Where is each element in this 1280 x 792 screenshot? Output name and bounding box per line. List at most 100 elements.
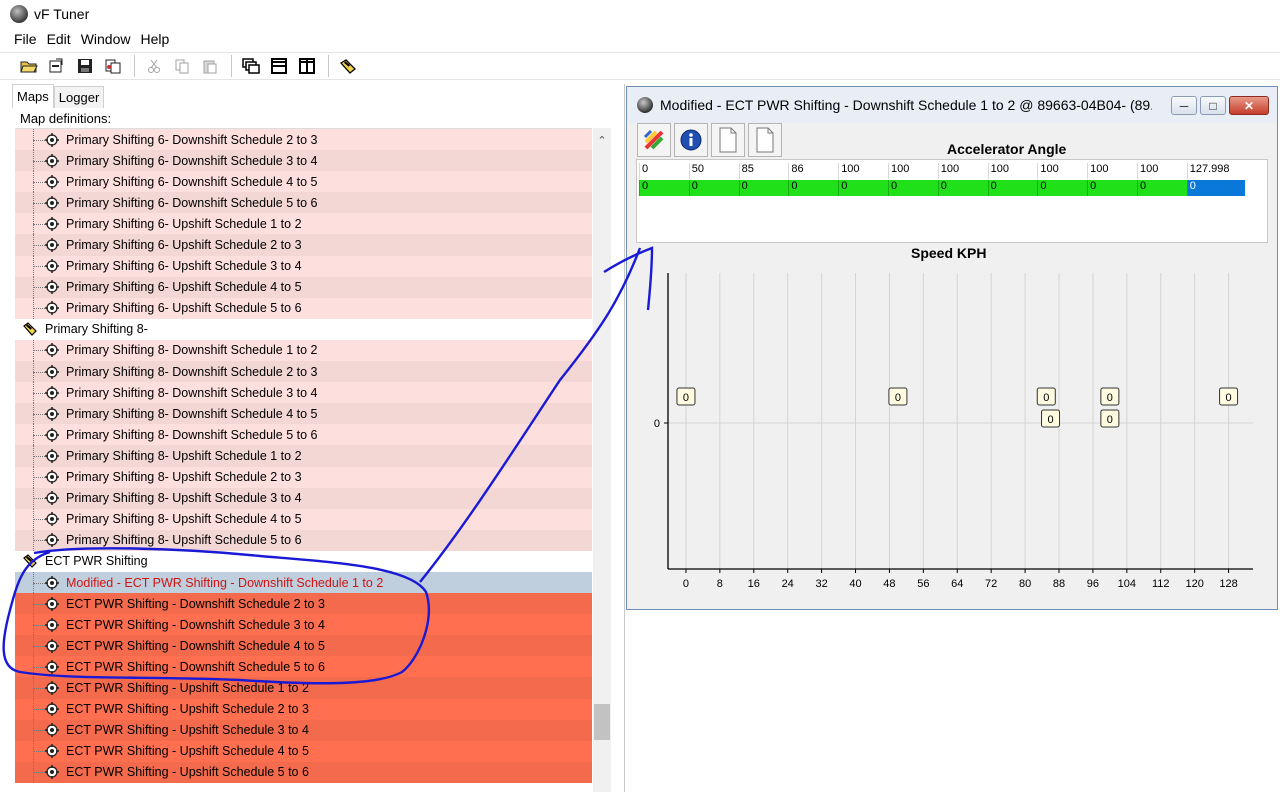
close-icon[interactable]: ✕ (1229, 96, 1269, 115)
maximize-icon[interactable]: □ (1200, 96, 1226, 115)
table-value-cell[interactable]: 0 (1087, 180, 1137, 196)
tree-item[interactable]: Primary Shifting 8- Downshift Schedule 2… (15, 361, 592, 383)
tree-item[interactable]: Primary Shifting 6- Downshift Schedule 4… (15, 171, 592, 193)
table-value-cell[interactable]: 0 (887, 180, 938, 196)
tree-group-label: Primary Shifting 8- (45, 322, 148, 337)
cut-icon[interactable] (143, 55, 165, 77)
paste-icon[interactable] (199, 55, 221, 77)
map-editor-window: Modified - ECT PWR Shifting - Downshift … (626, 86, 1278, 610)
tag-icon[interactable] (337, 55, 359, 77)
tile-horizontal-icon[interactable] (268, 55, 290, 77)
table-value-cell[interactable]: 0 (1136, 180, 1187, 196)
table-value-cell[interactable]: 0 (987, 180, 1038, 196)
tree-item-label: ECT PWR Shifting - Downshift Schedule 5 … (66, 659, 325, 674)
tree-item[interactable]: ECT PWR Shifting - Downshift Schedule 4 … (15, 635, 592, 657)
tree-item[interactable]: Primary Shifting 8- Upshift Schedule 5 t… (15, 529, 592, 551)
copy-file-icon[interactable] (102, 55, 124, 77)
x-tick-label: 56 (917, 578, 929, 590)
menu-edit[interactable]: Edit (47, 31, 71, 47)
table-value-cell[interactable]: 0 (1037, 180, 1088, 196)
table-header-cell: 127.998 (1186, 163, 1237, 179)
table-header-row: 0 50 85 86 100 100 100 100 100 100 100 127.998 (639, 163, 1237, 179)
cascade-icon[interactable] (240, 55, 262, 77)
tree-item[interactable]: ECT PWR Shifting - Upshift Schedule 2 to… (15, 698, 592, 720)
tree-item[interactable]: ECT PWR Shifting - Downshift Schedule 3 … (15, 614, 592, 636)
menu-window[interactable]: Window (81, 31, 131, 47)
accelerator-angle-label: Accelerator Angle (947, 141, 1067, 157)
tree-item[interactable]: Primary Shifting 6- Upshift Schedule 1 t… (15, 213, 592, 235)
tree-item[interactable]: Primary Shifting 8- Upshift Schedule 1 t… (15, 445, 592, 467)
tree-item[interactable]: Primary Shifting 6- Downshift Schedule 3… (15, 150, 592, 172)
tree-item-label: Primary Shifting 6- Downshift Schedule 5… (66, 195, 318, 210)
save-icon[interactable] (74, 55, 96, 77)
tree-group[interactable]: Primary Shifting 8- (15, 318, 592, 340)
map-window-titlebar[interactable]: Modified - ECT PWR Shifting - Downshift … (627, 87, 1277, 123)
tree-item[interactable]: Primary Shifting 8- Downshift Schedule 1… (15, 339, 592, 362)
table-value-cell[interactable]: 0 (937, 180, 988, 196)
tab-logger[interactable]: Logger (53, 86, 105, 108)
minimize-icon[interactable]: ─ (1171, 96, 1197, 115)
info-icon[interactable] (674, 123, 708, 157)
blank-page-icon[interactable] (748, 123, 782, 157)
panel-tabs: Maps Logger (12, 84, 105, 108)
map-table-icon (45, 153, 59, 168)
tree-item[interactable]: Primary Shifting 8- Upshift Schedule 4 t… (15, 508, 592, 530)
tree-item[interactable]: ECT PWR Shifting - Upshift Schedule 5 to… (15, 761, 592, 783)
scroll-thumb[interactable] (594, 704, 610, 740)
tree-item[interactable]: Primary Shifting 6- Upshift Schedule 5 t… (15, 297, 592, 319)
table-value-cell[interactable]: 0 (639, 180, 689, 196)
tree-item-label: Primary Shifting 6- Upshift Schedule 5 t… (66, 301, 302, 316)
y-tick-label: 0 (654, 418, 660, 430)
x-tick-label: 72 (985, 578, 997, 590)
tree-group[interactable]: ECT PWR Shifting (15, 550, 592, 572)
map-table-icon (45, 406, 59, 421)
table-header-cell: 100 (987, 163, 1038, 179)
open-folder-icon[interactable] (18, 55, 40, 77)
open-file-icon[interactable] (46, 55, 68, 77)
map-window-title: Modified - ECT PWR Shifting - Downshift … (660, 97, 1152, 113)
table-value-row: 000000000000 (639, 180, 1245, 196)
main-toolbar (0, 52, 1280, 80)
tree-item[interactable]: Primary Shifting 6- Upshift Schedule 3 t… (15, 255, 592, 277)
table-value-cell[interactable]: 0 (688, 180, 739, 196)
table-value-cell[interactable]: 0 (738, 180, 789, 196)
map-table-icon (45, 259, 59, 274)
tree-item[interactable]: ECT PWR Shifting - Upshift Schedule 4 to… (15, 740, 592, 762)
tree-item[interactable]: Primary Shifting 6- Upshift Schedule 2 t… (15, 234, 592, 256)
blank-page-icon[interactable] (711, 123, 745, 157)
panel-divider[interactable] (624, 84, 625, 792)
color-palette-icon[interactable] (637, 123, 671, 157)
menu-bar: File Edit Window Help (0, 28, 1280, 50)
x-tick-label: 120 (1185, 578, 1203, 590)
map-table-icon (45, 723, 59, 738)
table-value-cell[interactable]: 0 (1186, 180, 1245, 196)
tree-scrollbar[interactable]: ⌃ (593, 128, 611, 792)
data-point-label: 0 (1107, 414, 1113, 426)
tree-item[interactable]: Primary Shifting 8- Upshift Schedule 3 t… (15, 487, 592, 509)
tree-item[interactable]: Primary Shifting 8- Upshift Schedule 2 t… (15, 466, 592, 488)
x-tick-label: 112 (1152, 578, 1170, 590)
table-value-cell[interactable]: 0 (838, 180, 888, 196)
tree-item[interactable]: ECT PWR Shifting - Downshift Schedule 2 … (15, 593, 592, 615)
tree-item[interactable]: Primary Shifting 6- Downshift Schedule 5… (15, 192, 592, 214)
tree-item[interactable]: Primary Shifting 8- Downshift Schedule 5… (15, 424, 592, 446)
tree-item[interactable]: Primary Shifting 8- Downshift Schedule 3… (15, 382, 592, 404)
copy-icon[interactable] (171, 55, 193, 77)
tree-item-label: Modified - ECT PWR Shifting - Downshift … (66, 575, 384, 590)
tree-item[interactable]: Primary Shifting 6- Upshift Schedule 4 t… (15, 276, 592, 298)
menu-help[interactable]: Help (140, 31, 169, 47)
tree-item[interactable]: Primary Shifting 8- Downshift Schedule 4… (15, 403, 592, 425)
map-group-icon (23, 322, 37, 337)
map-table-icon (45, 617, 59, 632)
x-tick-label: 24 (782, 578, 794, 590)
tree-item[interactable]: ECT PWR Shifting - Upshift Schedule 1 to… (15, 677, 592, 699)
table-value-cell[interactable]: 0 (788, 180, 839, 196)
tab-maps[interactable]: Maps (12, 84, 54, 108)
tree-item[interactable]: ECT PWR Shifting - Downshift Schedule 5 … (15, 656, 592, 678)
tree-item[interactable]: Primary Shifting 6- Downshift Schedule 2… (15, 129, 592, 151)
tree-item-selected[interactable]: Modified - ECT PWR Shifting - Downshift … (15, 571, 592, 594)
tree-item[interactable]: ECT PWR Shifting - Upshift Schedule 3 to… (15, 719, 592, 741)
scroll-up-arrow-icon[interactable]: ⌃ (593, 134, 611, 150)
menu-file[interactable]: File (14, 31, 37, 47)
tile-vertical-icon[interactable] (296, 55, 318, 77)
